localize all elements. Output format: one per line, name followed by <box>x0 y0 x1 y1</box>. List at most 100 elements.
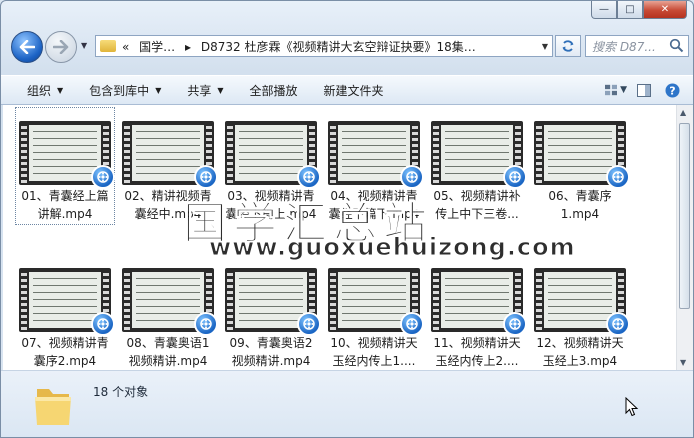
file-name-line: 囊经中.mp4 <box>134 207 202 221</box>
video-file-icon <box>91 312 115 336</box>
search-box[interactable]: 搜索 D87... <box>585 35 689 57</box>
maximize-button[interactable]: □ <box>617 1 643 19</box>
address-bar[interactable]: « 国学… ▸ D8732 杜彦霖《视频精讲大玄空辩证抉要》18集… ▼ <box>95 35 553 57</box>
video-file-icon <box>297 165 321 189</box>
file-item[interactable]: 09、青囊奥语2 视频精讲.mp4 <box>221 254 321 370</box>
svg-text:?: ? <box>669 84 675 97</box>
file-item[interactable]: 02、精讲视频青 囊经中.mp4 <box>118 107 218 225</box>
explorer-window: — □ ✕ ▼ « 国学… ▸ D8732 杜彦霖《视频精讲大玄空辩证抉要》18… <box>0 0 694 438</box>
scroll-down-icon[interactable]: ▼ <box>680 358 686 367</box>
details-pane: 18 个对象 <box>1 370 693 437</box>
file-name-line: 02、精讲视频青 <box>124 189 212 203</box>
file-name-line: 1.mp4 <box>560 207 600 221</box>
navigation-bar: ▼ « 国学… ▸ D8732 杜彦霖《视频精讲大玄空辩证抉要》18集… ▼ 搜… <box>7 29 689 63</box>
file-name: 07、视频精讲青 囊序2.mp4 <box>15 334 115 370</box>
file-name: 08、青囊奥语1 视频精讲.mp4 <box>118 334 218 370</box>
view-grid-icon <box>605 84 618 96</box>
scroll-up-icon[interactable]: ▲ <box>680 108 686 117</box>
breadcrumb: « 国学… ▸ D8732 杜彦霖《视频精讲大玄空辩证抉要》18集… <box>122 38 482 55</box>
breadcrumb-separator[interactable]: ▸ <box>185 40 191 54</box>
file-item[interactable]: 07、视频精讲青 囊序2.mp4 <box>15 254 115 370</box>
help-icon: ? <box>665 83 679 97</box>
file-item[interactable]: 03、视频精讲青 囊经下篇上.mp4 <box>221 107 321 225</box>
new-folder-button[interactable]: 新建文件夹 <box>324 82 384 99</box>
film-perforation <box>433 270 439 330</box>
file-name-line: 传上中下三卷... <box>435 207 519 221</box>
breadcrumb-item[interactable]: 国学… <box>139 40 175 54</box>
film-perforation <box>21 123 27 183</box>
include-in-library-menu[interactable]: 包含到库中 ▼ <box>89 82 161 99</box>
organize-menu[interactable]: 组织 ▼ <box>27 82 63 99</box>
video-file-icon <box>606 312 630 336</box>
video-file-icon <box>297 312 321 336</box>
film-perforation <box>124 123 130 183</box>
file-item[interactable]: 08、青囊奥语1 视频精讲.mp4 <box>118 254 218 370</box>
refresh-button[interactable] <box>555 35 581 57</box>
file-item[interactable]: 05、视频精讲补 传上中下三卷... <box>427 107 527 225</box>
chevron-down-icon: ▼ <box>217 85 224 95</box>
play-all-button[interactable]: 全部播放 <box>250 82 298 99</box>
file-item[interactable]: 11、视频精讲天 玉经内传上2.... <box>427 254 527 370</box>
file-name-line: 04、视频精讲青 <box>330 189 418 203</box>
file-name: 04、视频精讲青 囊经下篇下.mp4 <box>324 187 424 223</box>
file-name-line: 囊经下篇上.mp4 <box>225 207 317 221</box>
file-name-line: 06、青囊序 <box>548 189 612 203</box>
command-bar: 组织 ▼ 包含到库中 ▼ 共享 ▼ 全部播放 新建文件夹 ▼ ? <box>1 75 693 105</box>
film-perforation <box>21 270 27 330</box>
file-name: 09、青囊奥语2 视频精讲.mp4 <box>221 334 321 370</box>
window-controls: — □ ✕ <box>591 1 687 19</box>
preview-pane-button[interactable] <box>633 81 655 99</box>
minimize-button[interactable]: — <box>591 1 617 19</box>
file-item[interactable]: 10、视频精讲天 玉经内传上1.... <box>324 254 424 370</box>
film-perforation <box>536 123 542 183</box>
file-name-line: 09、青囊奥语2 <box>229 336 313 350</box>
share-menu[interactable]: 共享 ▼ <box>187 82 223 99</box>
file-name-line: 玉经上3.mp4 <box>542 354 618 368</box>
vertical-scrollbar[interactable]: ▲ ▼ <box>676 105 693 370</box>
scrollbar-thumb[interactable] <box>679 123 690 309</box>
mouse-cursor-icon <box>625 397 639 417</box>
new-folder-label: 新建文件夹 <box>323 83 384 98</box>
item-count: 18 个对象 <box>93 385 149 399</box>
file-name-line: 12、视频精讲天 <box>536 336 624 350</box>
film-perforation <box>536 270 542 330</box>
file-name-line: 08、青囊奥语1 <box>126 336 210 350</box>
film-perforation <box>330 123 336 183</box>
folder-icon <box>100 40 116 52</box>
search-input[interactable]: 搜索 D87... <box>592 38 656 55</box>
film-perforation <box>227 123 233 183</box>
refresh-icon <box>562 40 574 52</box>
video-file-icon <box>194 312 218 336</box>
arrow-right-icon <box>53 40 69 54</box>
file-item[interactable]: 04、视频精讲青 囊经下篇下.mp4 <box>324 107 424 225</box>
chevron-down-icon: ▼ <box>620 85 627 95</box>
file-list[interactable]: 01、青囊经上篇 讲解.mp4 02、精讲视频青 囊经中.mp4 03、视频精讲青 囊经下… <box>3 105 693 370</box>
file-name: 02、精讲视频青 囊经中.mp4 <box>118 187 218 223</box>
help-button[interactable]: ? <box>661 81 683 99</box>
file-name-line: 玉经内传上2.... <box>435 354 519 368</box>
file-item[interactable]: 01、青囊经上篇 讲解.mp4 <box>15 107 115 225</box>
file-name-line: 11、视频精讲天 <box>433 336 521 350</box>
breadcrumb-overflow[interactable]: « <box>122 40 129 54</box>
file-name: 05、视频精讲补 传上中下三卷... <box>427 187 527 223</box>
back-button[interactable] <box>11 31 43 63</box>
change-view-button[interactable]: ▼ <box>605 81 627 99</box>
file-item[interactable]: 06、青囊序 1.mp4 <box>530 107 630 225</box>
search-icon[interactable] <box>669 38 684 53</box>
file-name-line: 囊序2.mp4 <box>33 354 97 368</box>
file-item[interactable]: 12、视频精讲天 玉经上3.mp4 <box>530 254 630 370</box>
close-button[interactable]: ✕ <box>643 1 687 19</box>
recent-pages-dropdown[interactable]: ▼ <box>81 41 87 50</box>
file-name-line: 10、视频精讲天 <box>330 336 418 350</box>
film-perforation <box>227 270 233 330</box>
file-name-line: 囊经下篇下.mp4 <box>328 207 420 221</box>
file-name: 01、青囊经上篇 讲解.mp4 <box>15 187 115 223</box>
file-name-line: 03、视频精讲青 <box>227 189 315 203</box>
forward-button[interactable] <box>45 31 77 63</box>
file-name-line: 视频精讲.mp4 <box>128 354 208 368</box>
file-name-line: 07、视频精讲青 <box>21 336 109 350</box>
breadcrumb-current[interactable]: D8732 杜彦霖《视频精讲大玄空辩证抉要》18集… <box>201 40 476 54</box>
film-perforation <box>124 270 130 330</box>
address-dropdown-icon[interactable]: ▼ <box>542 42 548 51</box>
chevron-down-icon: ▼ <box>155 85 162 95</box>
